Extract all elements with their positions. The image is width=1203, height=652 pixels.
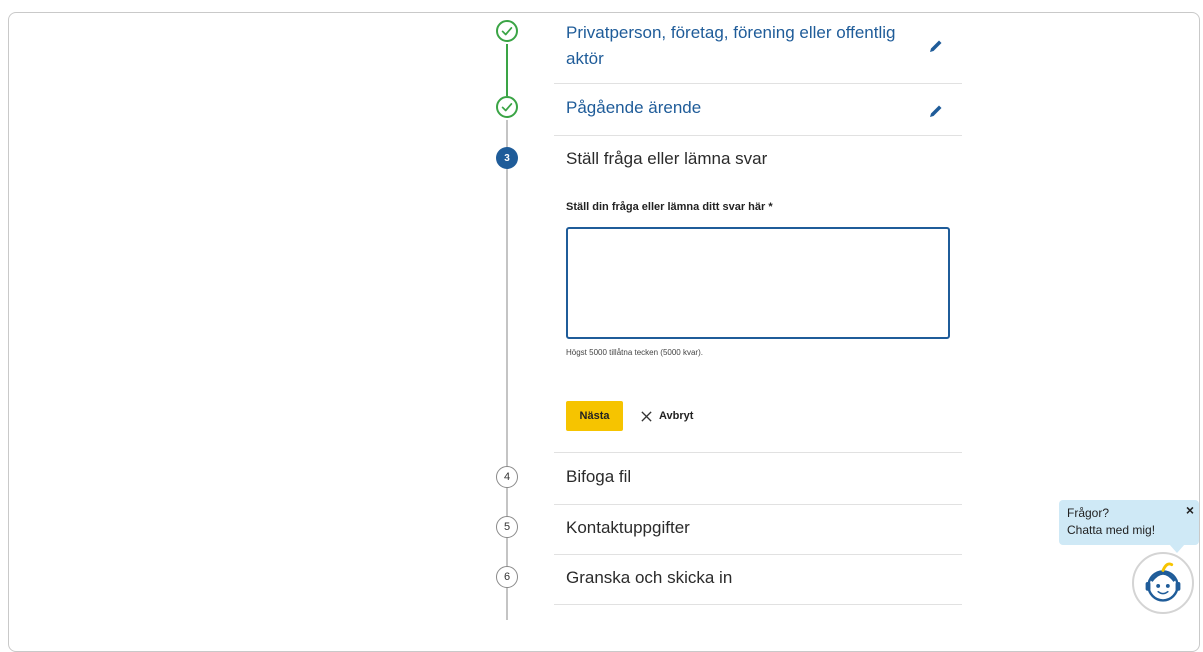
step-1-header[interactable]: Privatperson, företag, förening eller of… — [554, 20, 962, 84]
step-2-header[interactable]: Pågående ärende — [554, 95, 962, 136]
progress-line-remaining — [506, 120, 508, 620]
question-textarea[interactable] — [566, 227, 950, 339]
close-x-icon — [641, 410, 652, 422]
step-6-title: Granska och skicka in — [566, 568, 733, 587]
chat-close-button[interactable]: × — [1186, 502, 1194, 518]
chat-invite-line-1: Frågor? — [1067, 506, 1110, 520]
step-4-number-marker: 4 — [496, 466, 518, 488]
character-limit-hint: Högst 5000 tillåtna tecken (5000 kvar). — [566, 348, 703, 357]
step-2-check-icon — [496, 96, 518, 118]
chat-invite-line-2: Chatta med mig! — [1067, 523, 1156, 537]
step-2-edit-pencil-icon[interactable] — [928, 103, 944, 119]
step-1-check-icon — [496, 20, 518, 42]
step-5-title: Kontaktuppgifter — [566, 518, 690, 537]
step-3-number-marker: 3 — [496, 147, 518, 169]
step-1-edit-pencil-icon[interactable] — [928, 38, 944, 54]
step-6-header: Granska och skicka in — [554, 565, 962, 605]
question-field-label: Ställ din fråga eller lämna ditt svar hä… — [566, 201, 773, 213]
cancel-button-label: Avbryt — [659, 410, 694, 422]
step-1-title[interactable]: Privatperson, företag, förening eller of… — [566, 20, 916, 72]
chat-invite-bubble[interactable]: Frågor? Chatta med mig! × — [1059, 500, 1199, 553]
step-3-title: Ställ fråga eller lämna svar — [566, 149, 768, 168]
cancel-button[interactable]: Avbryt — [640, 405, 693, 427]
step-3-header: Ställ fråga eller lämna svar — [554, 146, 962, 182]
step-5-header: Kontaktuppgifter — [554, 515, 962, 555]
step-2-title[interactable]: Pågående ärende — [566, 95, 962, 121]
next-button[interactable]: Nästa — [566, 401, 623, 431]
step-4-title: Bifoga fil — [566, 467, 632, 486]
section-divider — [554, 452, 962, 453]
progress-line-completed — [506, 44, 508, 96]
chat-bot-avatar-icon[interactable] — [1132, 552, 1194, 614]
step-5-number-marker: 5 — [496, 516, 518, 538]
step-6-number-marker: 6 — [496, 566, 518, 588]
step-4-header: Bifoga fil — [554, 464, 962, 505]
